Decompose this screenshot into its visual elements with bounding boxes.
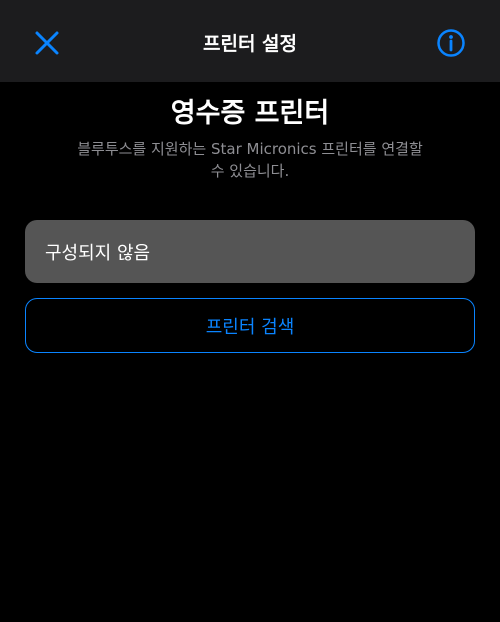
info-button[interactable] [432, 24, 470, 62]
section-heading: 영수증 프린터 [170, 98, 330, 129]
description-line-2: 수 있습니다. [210, 162, 290, 180]
page-title: 프린터 설정 [202, 33, 297, 55]
search-printer-button-label: 프린터 검색 [205, 316, 295, 338]
navigation-bar: 프린터 설정 [0, 0, 500, 82]
printer-status-text: 구성되지 않음 [45, 242, 151, 264]
search-printer-button[interactable]: 프린터 검색 [25, 298, 475, 353]
description-line-1: 블루투스를 지원하는 Star Micronics 프린터를 연결할 [77, 140, 423, 158]
description-text: 블루투스를 지원하는 Star Micronics 프린터를 연결할 수 있습니… [56, 138, 444, 182]
info-icon [437, 29, 465, 57]
printer-status-box: 구성되지 않음 [25, 220, 475, 283]
